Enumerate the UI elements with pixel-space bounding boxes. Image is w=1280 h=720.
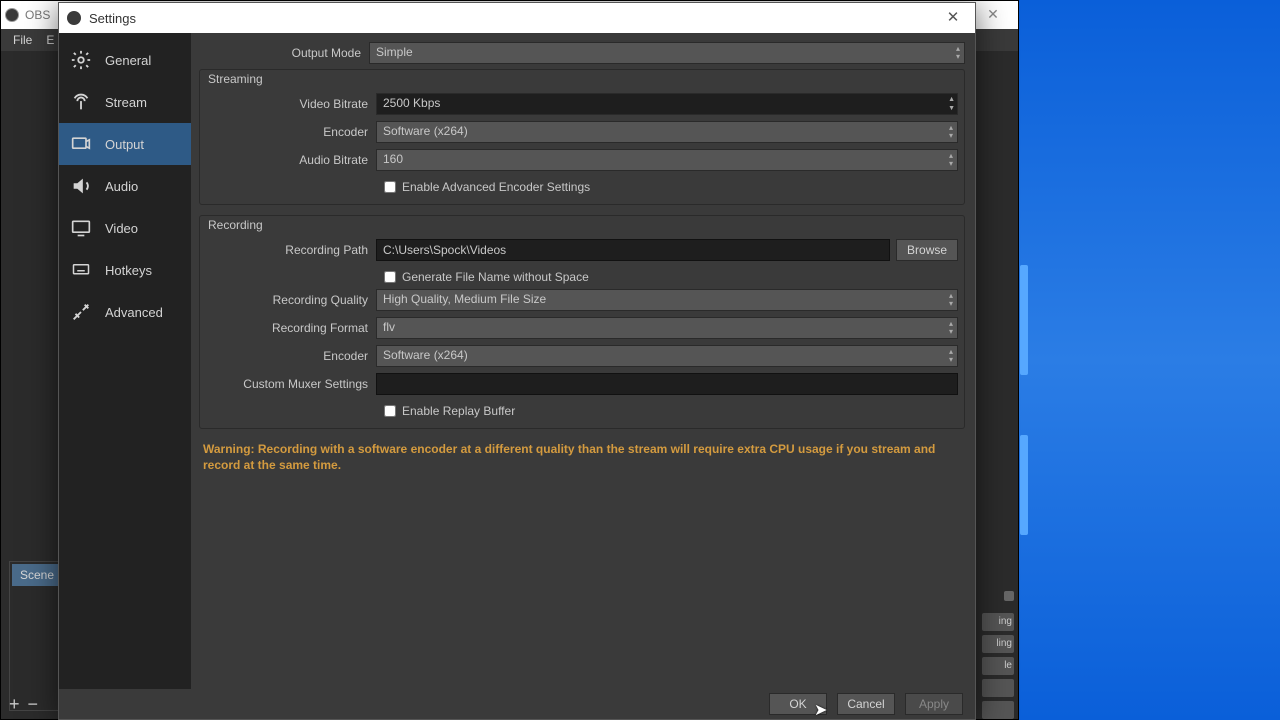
updown-icon: ▴▾	[949, 292, 953, 308]
settings-titlebar[interactable]: Settings	[59, 3, 975, 33]
audio-bitrate-select[interactable]: 160 ▴▾	[376, 149, 958, 171]
custom-muxer-input[interactable]	[376, 373, 958, 395]
updown-icon: ▴▾	[949, 152, 953, 168]
broadcast-icon	[67, 91, 95, 113]
apply-button: Apply	[905, 693, 963, 715]
label-recording-quality: Recording Quality	[206, 293, 376, 307]
sidebar-label: Audio	[105, 179, 138, 194]
output-icon	[67, 133, 95, 155]
settings-content: Output Mode Simple ▴▾ Streaming Video Bi…	[191, 33, 975, 689]
control-frag[interactable]: le	[982, 657, 1014, 675]
sidebar-label: Advanced	[105, 305, 163, 320]
control-frag[interactable]	[982, 701, 1014, 719]
streaming-header: Streaming	[206, 70, 958, 92]
settings-footer: OK Cancel Apply	[59, 689, 975, 719]
recording-path-input[interactable]	[376, 239, 890, 261]
label-audio-bitrate: Audio Bitrate	[206, 153, 376, 167]
updown-icon: ▴▾	[949, 124, 953, 140]
monitor-icon	[67, 217, 95, 239]
enable-replay-checkbox[interactable]	[384, 405, 396, 417]
controls-fragments: ing ling le	[982, 613, 1014, 719]
obs-title: OBS	[25, 8, 50, 22]
enable-replay-label[interactable]: Enable Replay Buffer	[402, 404, 515, 418]
menu-edit[interactable]: E	[46, 33, 54, 47]
updown-icon: ▴▾	[956, 45, 960, 61]
warning-text: Warning: Recording with a software encod…	[199, 439, 965, 475]
filename-nospace-label[interactable]: Generate File Name without Space	[402, 270, 589, 284]
keyboard-icon	[67, 259, 95, 281]
scroll-nub[interactable]	[1004, 591, 1014, 601]
gear-icon	[67, 49, 95, 71]
recording-quality-select[interactable]: High Quality, Medium File Size ▴▾	[376, 289, 958, 311]
updown-icon: ▴▾	[949, 348, 953, 364]
sidebar-item-audio[interactable]: Audio	[59, 165, 191, 207]
label-video-bitrate: Video Bitrate	[206, 97, 376, 111]
sidebar-label: Hotkeys	[105, 263, 152, 278]
spinner-arrows-icon[interactable]: ▲▼	[948, 95, 955, 113]
recording-header: Recording	[206, 216, 958, 238]
streaming-group: Streaming Video Bitrate 2500 Kbps ▲▼ Enc…	[199, 69, 965, 205]
obs-close-button[interactable]: ✕	[974, 3, 1012, 25]
output-mode-select[interactable]: Simple ▴▾	[369, 42, 965, 64]
settings-dialog: Settings ✕ General Stream Output Audio	[58, 2, 976, 720]
scene-toolbar: + −	[9, 694, 38, 715]
tools-icon	[67, 301, 95, 323]
obs-logo-icon	[5, 8, 19, 22]
settings-sidebar: General Stream Output Audio Video Hotkey…	[59, 33, 191, 689]
recording-format-select[interactable]: flv ▴▾	[376, 317, 958, 339]
sidebar-item-video[interactable]: Video	[59, 207, 191, 249]
stream-encoder-select[interactable]: Software (x264) ▴▾	[376, 121, 958, 143]
control-frag[interactable]: ling	[982, 635, 1014, 653]
audio-icon	[67, 175, 95, 197]
label-custom-muxer: Custom Muxer Settings	[206, 377, 376, 391]
rec-encoder-select[interactable]: Software (x264) ▴▾	[376, 345, 958, 367]
sidebar-label: General	[105, 53, 151, 68]
sidebar-item-advanced[interactable]: Advanced	[59, 291, 191, 333]
control-frag[interactable]	[982, 679, 1014, 697]
label-rec-encoder: Encoder	[206, 349, 376, 363]
remove-scene-button[interactable]: −	[28, 694, 39, 715]
sidebar-item-general[interactable]: General	[59, 39, 191, 81]
browse-button[interactable]: Browse	[896, 239, 958, 261]
cancel-button[interactable]: Cancel	[837, 693, 895, 715]
label-encoder: Encoder	[206, 125, 376, 139]
updown-icon: ▴▾	[949, 320, 953, 336]
sidebar-item-output[interactable]: Output	[59, 123, 191, 165]
label-output-mode: Output Mode	[199, 46, 369, 60]
recording-group: Recording Recording Path Browse Generate…	[199, 215, 965, 429]
enable-advanced-checkbox[interactable]	[384, 181, 396, 193]
sidebar-label: Stream	[105, 95, 147, 110]
sidebar-item-hotkeys[interactable]: Hotkeys	[59, 249, 191, 291]
settings-title-text: Settings	[89, 11, 136, 26]
label-recording-path: Recording Path	[206, 243, 376, 257]
ok-button[interactable]: OK	[769, 693, 827, 715]
sidebar-label: Video	[105, 221, 138, 236]
add-scene-button[interactable]: +	[9, 694, 20, 715]
sidebar-label: Output	[105, 137, 144, 152]
settings-close-button[interactable]: ✕	[931, 3, 975, 33]
enable-advanced-label[interactable]: Enable Advanced Encoder Settings	[402, 180, 590, 194]
filename-nospace-checkbox[interactable]	[384, 271, 396, 283]
settings-logo-icon	[67, 11, 81, 25]
sidebar-item-stream[interactable]: Stream	[59, 81, 191, 123]
control-frag[interactable]: ing	[982, 613, 1014, 631]
video-bitrate-input[interactable]: 2500 Kbps ▲▼	[376, 93, 958, 115]
label-recording-format: Recording Format	[206, 321, 376, 335]
desktop-accent-bars	[1020, 265, 1028, 535]
menu-file[interactable]: File	[13, 33, 32, 47]
